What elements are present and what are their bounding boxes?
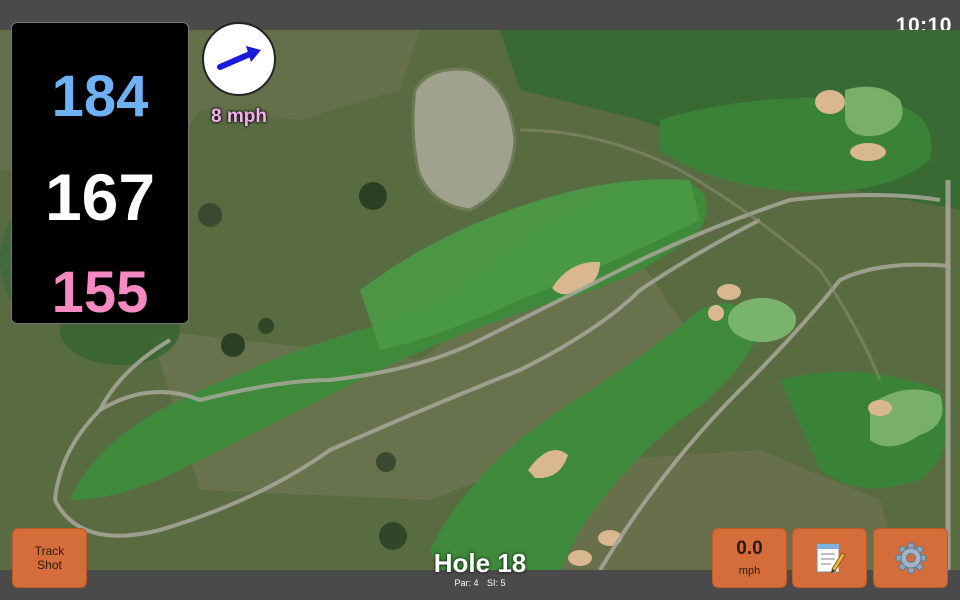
- par-label: Par: 4: [454, 578, 479, 588]
- hole-details: Par: 4 SI: 5: [410, 578, 550, 588]
- wind-direction-indicator: [202, 22, 276, 96]
- notes-button[interactable]: [792, 528, 867, 588]
- track-shot-label-line2: Shot: [37, 558, 62, 572]
- si-label: SI: 5: [487, 578, 506, 588]
- gear-icon: [895, 542, 926, 574]
- settings-button[interactable]: [873, 528, 948, 588]
- back-distance: 184: [51, 64, 149, 129]
- track-shot-label-line1: Track: [34, 544, 65, 558]
- distance-panel: 184 167 155: [11, 22, 189, 325]
- middle-distance: 167: [44, 160, 156, 234]
- notepad-icon: [816, 543, 846, 573]
- hole-title: Hole 18: [433, 548, 527, 578]
- hole-info: Hole 18 Par: 4 SI: 5: [410, 548, 550, 588]
- speed-unit: mph: [738, 565, 761, 577]
- speed-value: 0.0: [736, 538, 763, 559]
- speed-button[interactable]: 0.0 mph: [712, 528, 787, 588]
- arrow-icon: [217, 46, 261, 70]
- front-distance: 155: [51, 260, 149, 325]
- wind-speed-label: 8 mph: [211, 106, 267, 127]
- track-shot-button[interactable]: Track Shot: [12, 528, 87, 588]
